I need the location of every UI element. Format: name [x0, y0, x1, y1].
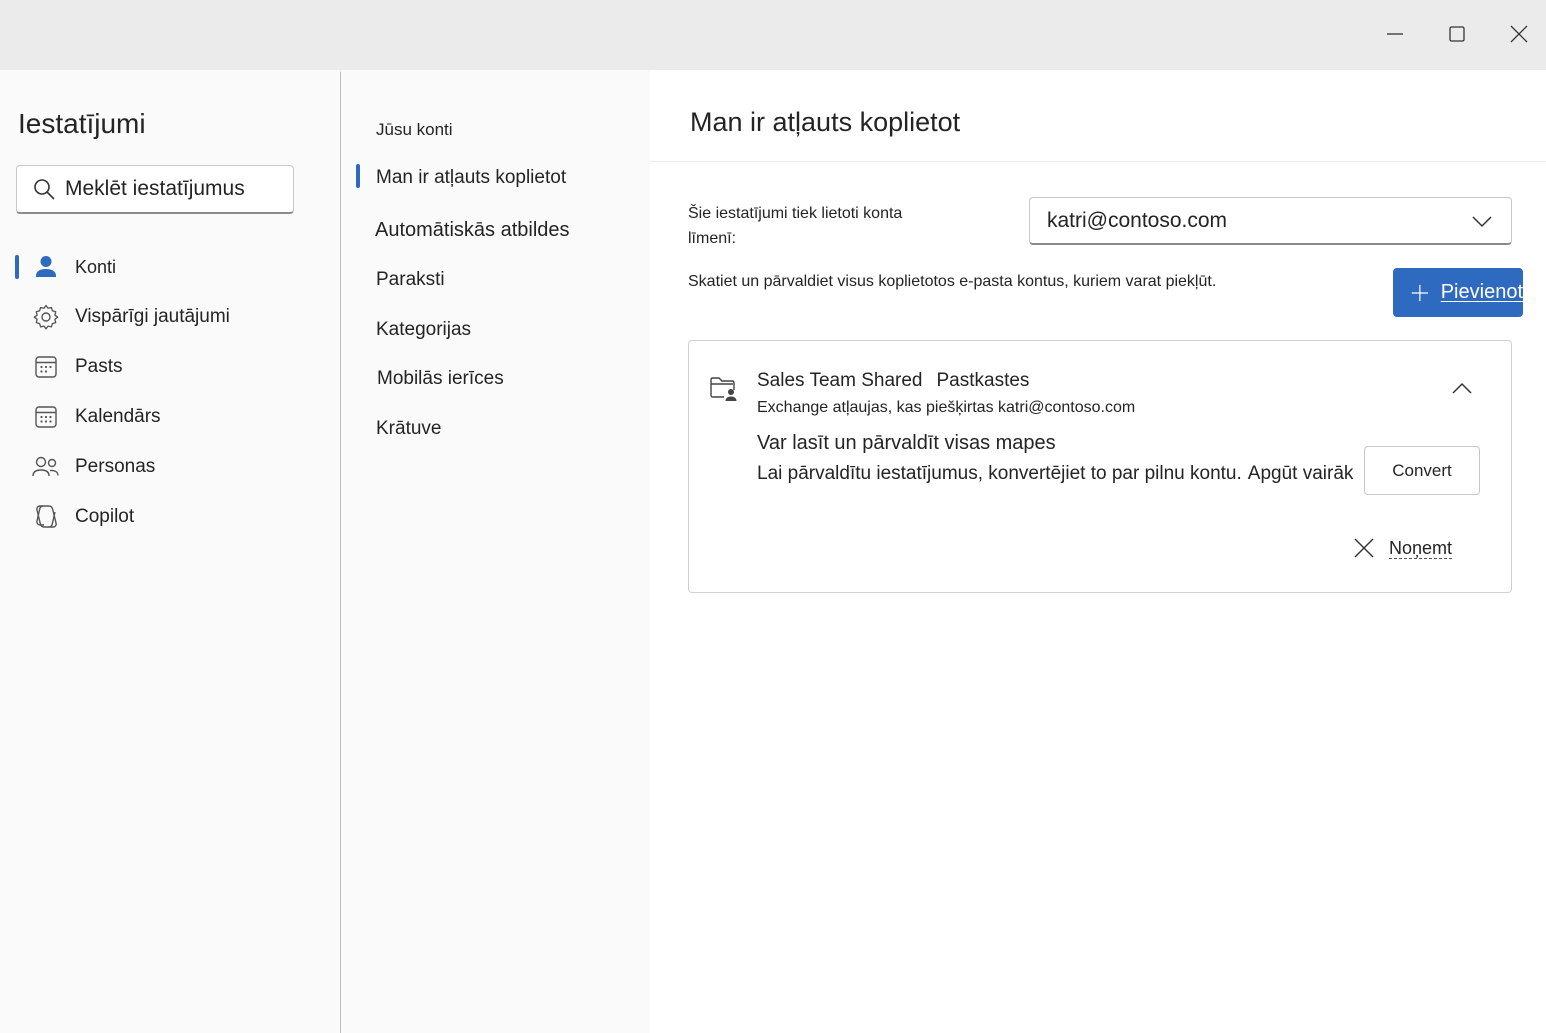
subnav-item-mobile-devices[interactable]: Mobilās ierīces — [377, 368, 504, 390]
accounts-subnav: Jūsu konti Man ir atļauts koplietot Auto… — [341, 70, 650, 1033]
close-button[interactable] — [1499, 14, 1539, 54]
maximize-icon — [1449, 26, 1465, 42]
people-icon — [31, 452, 61, 482]
sidebar-item-general[interactable]: Vispārīgi jautājumi — [0, 294, 340, 340]
account-level-label: Šie iestatījumi tiek lietoti konta līmen… — [688, 205, 903, 247]
account-dropdown-value: katri@contoso.com — [1047, 208, 1228, 232]
sidebar-item-label: Copilot — [75, 506, 135, 527]
sidebar-item-label: Kalendārs — [75, 406, 161, 427]
close-icon — [1510, 25, 1528, 43]
shared-accounts-description: Skatiet un pārvaldiet visus koplietotos … — [688, 273, 1217, 290]
header-divider — [650, 161, 1546, 162]
sidebar-item-label: Pasts — [75, 356, 123, 377]
copilot-icon — [31, 502, 61, 532]
chevron-up-icon — [1452, 382, 1472, 394]
search-placeholder: Meklēt iestatījumus — [65, 177, 245, 200]
sidebar-item-people[interactable]: Personas — [0, 444, 340, 490]
page-title: Man ir atļauts koplietot — [690, 107, 961, 137]
sidebar-item-label: Konti — [75, 256, 117, 277]
subnav-item-signatures[interactable]: Paraksti — [376, 269, 445, 291]
subnav-item-storage[interactable]: Krātuve — [376, 418, 441, 440]
shared-mailbox-card: Sales Team Shared Pastkastes Exchange atļ… — [688, 340, 1512, 593]
subnav-item-your-accounts[interactable]: Jūsu konti — [376, 120, 453, 140]
access-level: Var lasīt un pārvaldīt visas mapes — [757, 432, 1056, 454]
mailbox-type: Pastkastes — [936, 370, 1030, 391]
mailbox-name: Sales Team Shared — [757, 370, 923, 391]
calendar-icon — [31, 402, 61, 432]
convert-button[interactable]: Convert — [1364, 446, 1480, 495]
settings-title: Iestatījumi — [18, 108, 146, 139]
subnav-item-shared-with-me[interactable]: Man ir atļauts koplietot — [376, 167, 566, 189]
minimize-button[interactable] — [1375, 14, 1415, 54]
minimize-icon — [1387, 33, 1403, 35]
title-bar — [0, 0, 1546, 70]
selection-indicator — [356, 164, 360, 188]
remove-label: Noņemt — [1389, 537, 1453, 559]
collapse-button[interactable] — [1445, 373, 1479, 403]
account-dropdown[interactable]: katri@contoso.com — [1029, 197, 1512, 245]
mail-calendar-icon — [31, 352, 61, 382]
remove-button[interactable]: Noņemt — [1353, 533, 1453, 563]
search-input[interactable]: Meklēt iestatījumus — [16, 165, 294, 214]
dismiss-icon — [1354, 538, 1374, 558]
selection-indicator — [15, 255, 19, 279]
sidebar-item-copilot[interactable]: Copilot — [0, 494, 340, 540]
sidebar-item-konti[interactable]: Konti — [0, 244, 340, 290]
add-button-label: Pievienot — [1440, 281, 1523, 303]
sidebar-item-calendar[interactable]: Kalendārs — [0, 394, 340, 440]
subnav-item-auto-replies[interactable]: Automātiskās atbildes — [375, 219, 570, 242]
subnav-item-categories[interactable]: Kategorijas — [376, 319, 471, 341]
maximize-button[interactable] — [1437, 14, 1477, 54]
sidebar-item-label: Vispārīgi jautājumi — [75, 306, 230, 327]
chevron-down-icon — [1472, 216, 1492, 228]
learn-more-link[interactable]: Apgūt vairāk — [1248, 463, 1354, 484]
search-icon — [34, 179, 55, 200]
settings-content: Man ir atļauts koplietot Šie iestatījumi… — [650, 70, 1546, 1033]
convert-note-text: Lai pārvaldītu iestatījumus, konvertējie… — [757, 463, 1242, 484]
add-shared-account-button[interactable]: Pievienot — [1393, 268, 1523, 317]
mailbox-permissions: Exchange atļaujas, kas piešķirtas katri@… — [757, 399, 1136, 416]
person-icon — [31, 252, 61, 282]
sidebar-item-mail[interactable]: Pasts — [0, 344, 340, 390]
sidebar-item-label: Personas — [75, 456, 156, 477]
gear-icon — [31, 302, 61, 332]
shared-folder-icon — [710, 377, 737, 401]
convert-note: Lai pārvaldītu iestatījumus, konvertējie… — [757, 463, 1353, 485]
plus-icon — [1411, 284, 1428, 301]
mailbox-name-row: Sales Team Shared Pastkastes — [757, 370, 1029, 392]
settings-sidebar: Iestatījumi Meklēt iestatījumus Konti Vi… — [0, 70, 340, 1033]
